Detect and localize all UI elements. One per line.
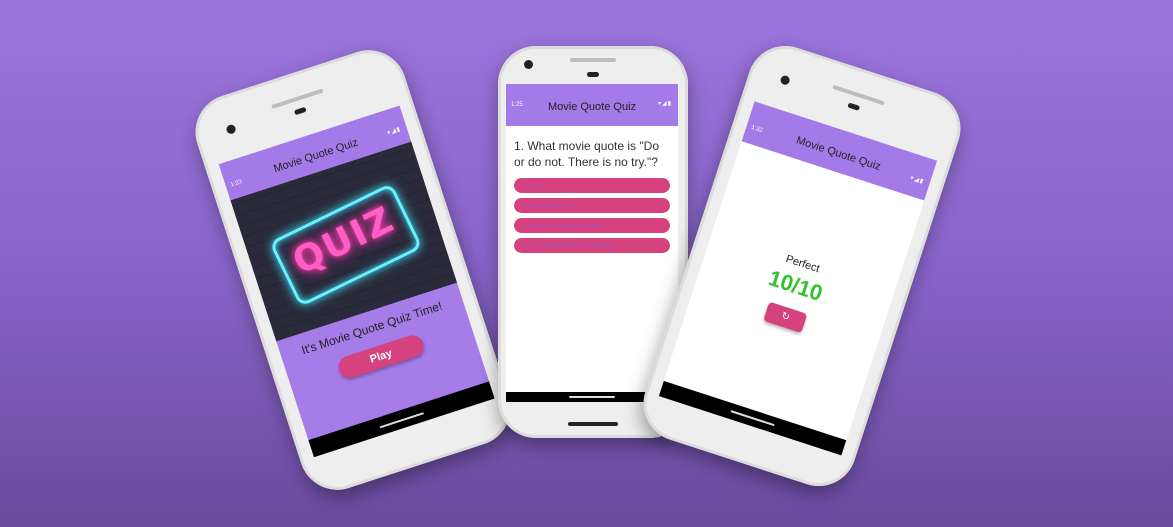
chin-bar [568, 422, 618, 426]
replay-button[interactable]: ↻ [763, 301, 808, 334]
home-screen: 1:23 ▾◢▮ Movie Quote Quiz QUIZ It's Movi… [218, 105, 495, 458]
nav-bar [658, 380, 847, 456]
front-camera [225, 123, 237, 135]
home-gesture-pill[interactable] [379, 412, 425, 429]
phone-home: 1:23 ▾◢▮ Movie Quote Quiz QUIZ It's Movi… [185, 40, 521, 500]
earpiece-speaker [570, 58, 616, 62]
status-bar: 1:25 ▾◢▮ [506, 84, 678, 108]
app-bar: 1:32 ▾◢▮ Movie Quote Quiz [741, 101, 938, 201]
answer-button[interactable]: C. Star Wars: The Empire Strikes Back [514, 218, 670, 233]
earpiece-speaker [271, 88, 324, 110]
answer-button[interactable]: D. Harry Potter and the Prisoner of Azka… [514, 238, 670, 253]
question-text: 1. What movie quote is "Do or do not. Th… [514, 139, 659, 169]
proximity-sensor [293, 106, 307, 116]
question-screen: 1:25 ▾◢▮ Movie Quote Quiz 1. What movie … [506, 84, 678, 402]
home-gesture-pill[interactable] [569, 396, 615, 398]
status-time: 1:25 [511, 102, 523, 108]
app-bar: 1:25 ▾◢▮ Movie Quote Quiz [506, 84, 678, 126]
home-gesture-pill[interactable] [730, 410, 775, 427]
front-camera [524, 60, 533, 69]
answer-list: A. Rudy B. Remember the Titans C. Star W… [514, 178, 670, 258]
answer-button[interactable]: A. Rudy [514, 178, 670, 193]
status-icons: ▾◢▮ [658, 101, 672, 107]
quiz-neon-text: QUIZ [286, 198, 402, 283]
answer-button[interactable]: B. Remember the Titans [514, 198, 670, 213]
front-camera [779, 74, 791, 86]
status-icons: ▾◢▮ [909, 175, 925, 186]
result-screen: 1:32 ▾◢▮ Movie Quote Quiz Perfect 10/10 … [658, 101, 938, 456]
proximity-sensor [587, 72, 599, 77]
status-time: 1:32 [750, 124, 764, 135]
nav-bar [308, 381, 495, 458]
refresh-icon: ↻ [779, 310, 792, 324]
app-title: Movie Quote Quiz [547, 101, 637, 113]
proximity-sensor [847, 102, 861, 111]
neon-frame: QUIZ [269, 182, 423, 308]
earpiece-speaker [832, 84, 885, 106]
